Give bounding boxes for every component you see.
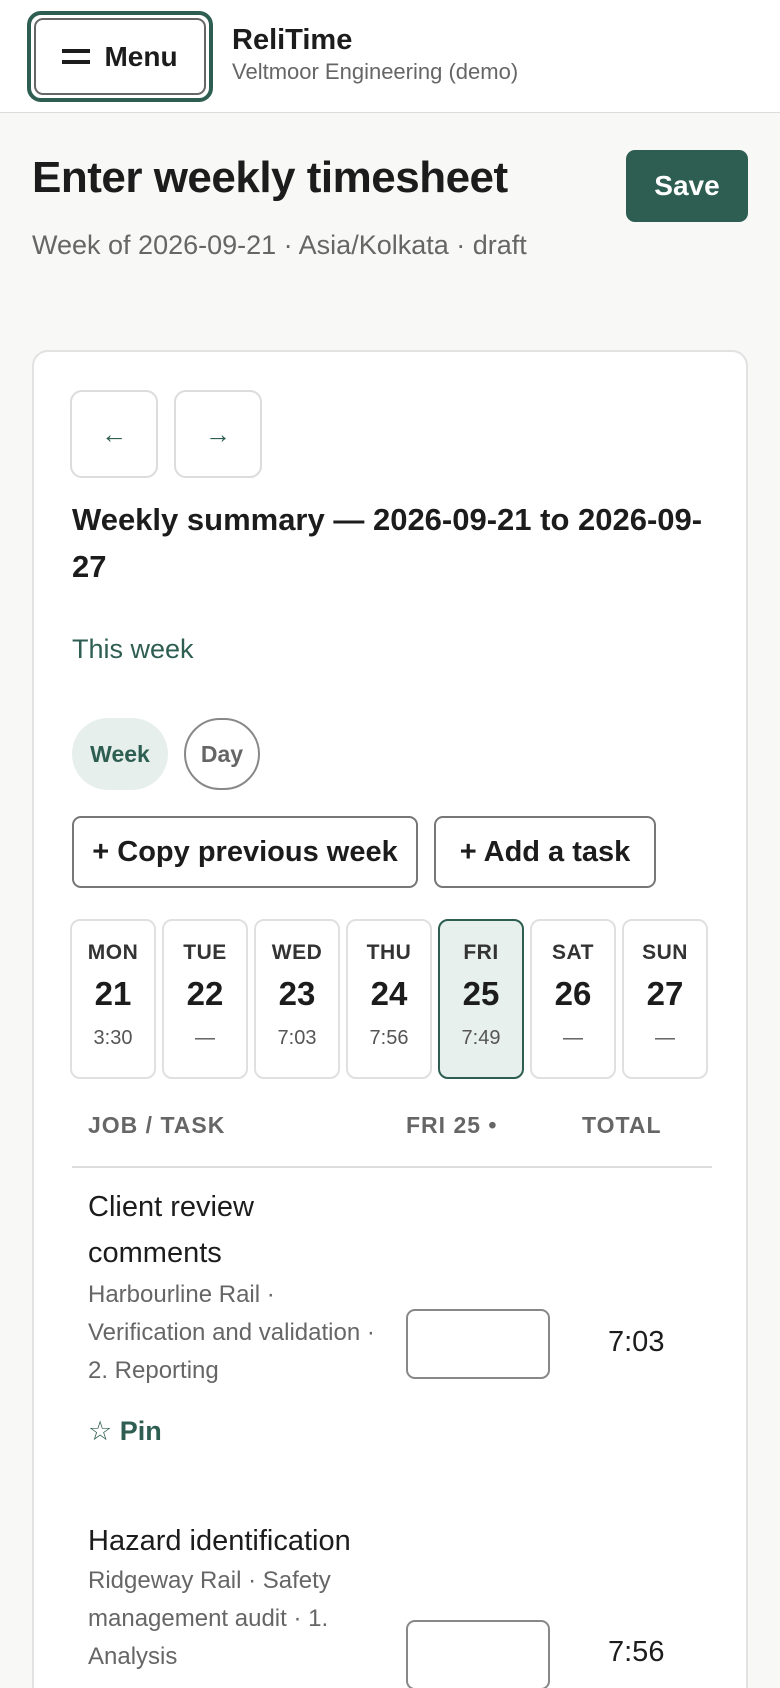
next-week-button[interactable]: → [174,390,262,478]
task-name: Hazard identification [88,1525,351,1557]
day-abbr: SUN [642,941,688,964]
day-sat[interactable]: SAT 26 — [530,919,616,1079]
day-abbr: SAT [552,941,594,964]
page-title: Enter weekly timesheet [32,153,508,202]
day-fri[interactable]: FRI 25 7:49 [438,919,524,1079]
day-thu[interactable]: THU 24 7:56 [346,919,432,1079]
view-toggle-day[interactable]: Day [184,718,260,790]
day-hours: 7:56 [369,1027,409,1049]
hours-input[interactable] [406,1309,550,1379]
day-hours: 7:49 [461,1027,501,1049]
task-meta: Ridgeway Rail · Safety management audit … [88,1567,331,1670]
menu-label: Menu [104,40,178,72]
day-hours: — [563,1027,583,1049]
day-abbr: MON [87,941,139,964]
previous-week-button[interactable]: ← [70,390,158,478]
column-header-job: JOB / TASK [88,1112,226,1138]
view-toggle-week[interactable]: Week [72,718,168,790]
table-header: JOB / TASK FRI 25 • TOTAL [72,1112,712,1168]
column-header-day: FRI 25 • [406,1112,498,1138]
day-number: 23 [278,975,316,1012]
app-name: ReliTime [232,24,353,56]
menu-button-inner[interactable]: Menu [34,18,206,95]
pin-button[interactable]: ☆ Pin [88,1416,162,1447]
day-number: 26 [554,975,592,1012]
top-bar: Menu ReliTime Veltmoor Engineering (demo… [0,0,780,113]
save-button[interactable]: Save [626,150,748,222]
day-sun[interactable]: SUN 27 — [622,919,708,1079]
add-task-button[interactable]: + Add a task [434,816,656,888]
this-week-link[interactable]: This week [72,634,194,665]
column-header-total: TOTAL [582,1112,662,1138]
hamburger-icon [62,49,91,64]
task-meta: Harbourline Rail · Verification and vali… [88,1281,375,1384]
hours-input[interactable] [406,1620,550,1688]
day-abbr: FRI [463,941,499,964]
day-abbr: WED [271,941,323,964]
day-number: 21 [94,975,132,1012]
menu-button[interactable]: Menu [27,11,213,102]
day-number: 25 [462,975,500,1012]
day-hours: — [655,1027,675,1049]
day-mon[interactable]: MON 21 3:30 [70,919,156,1079]
copy-previous-week-button[interactable]: + Copy previous week [72,816,418,888]
day-hours: 7:03 [277,1027,317,1049]
weekly-summary-card: ← → Weekly summary — 2026-09-21 to 2026-… [32,350,748,1688]
task-name: Client review comments [88,1191,254,1269]
day-number: 27 [646,975,684,1012]
week-subline: Week of 2026-09-21 · Asia/Kolkata · draf… [32,230,527,260]
day-wed[interactable]: WED 23 7:03 [254,919,340,1079]
row-total: 7:03 [608,1326,665,1358]
day-hours: — [195,1027,215,1049]
day-abbr: TUE [183,941,227,964]
brand: ReliTime Veltmoor Engineering (demo) [232,24,518,85]
day-abbr: THU [366,941,412,964]
day-number: 22 [186,975,224,1012]
org-name: Veltmoor Engineering (demo) [232,59,519,84]
table-row: Client review comments Harbourline Rail … [72,1184,712,1484]
day-number: 24 [370,975,408,1012]
summary-title: Weekly summary — 2026-09-21 to 2026-09-2… [72,502,703,584]
table-row: Hazard identification Ridgeway Rail · Sa… [72,1518,712,1688]
row-total: 7:56 [608,1636,665,1668]
day-tue[interactable]: TUE 22 — [162,919,248,1079]
day-hours: 3:30 [93,1027,133,1049]
